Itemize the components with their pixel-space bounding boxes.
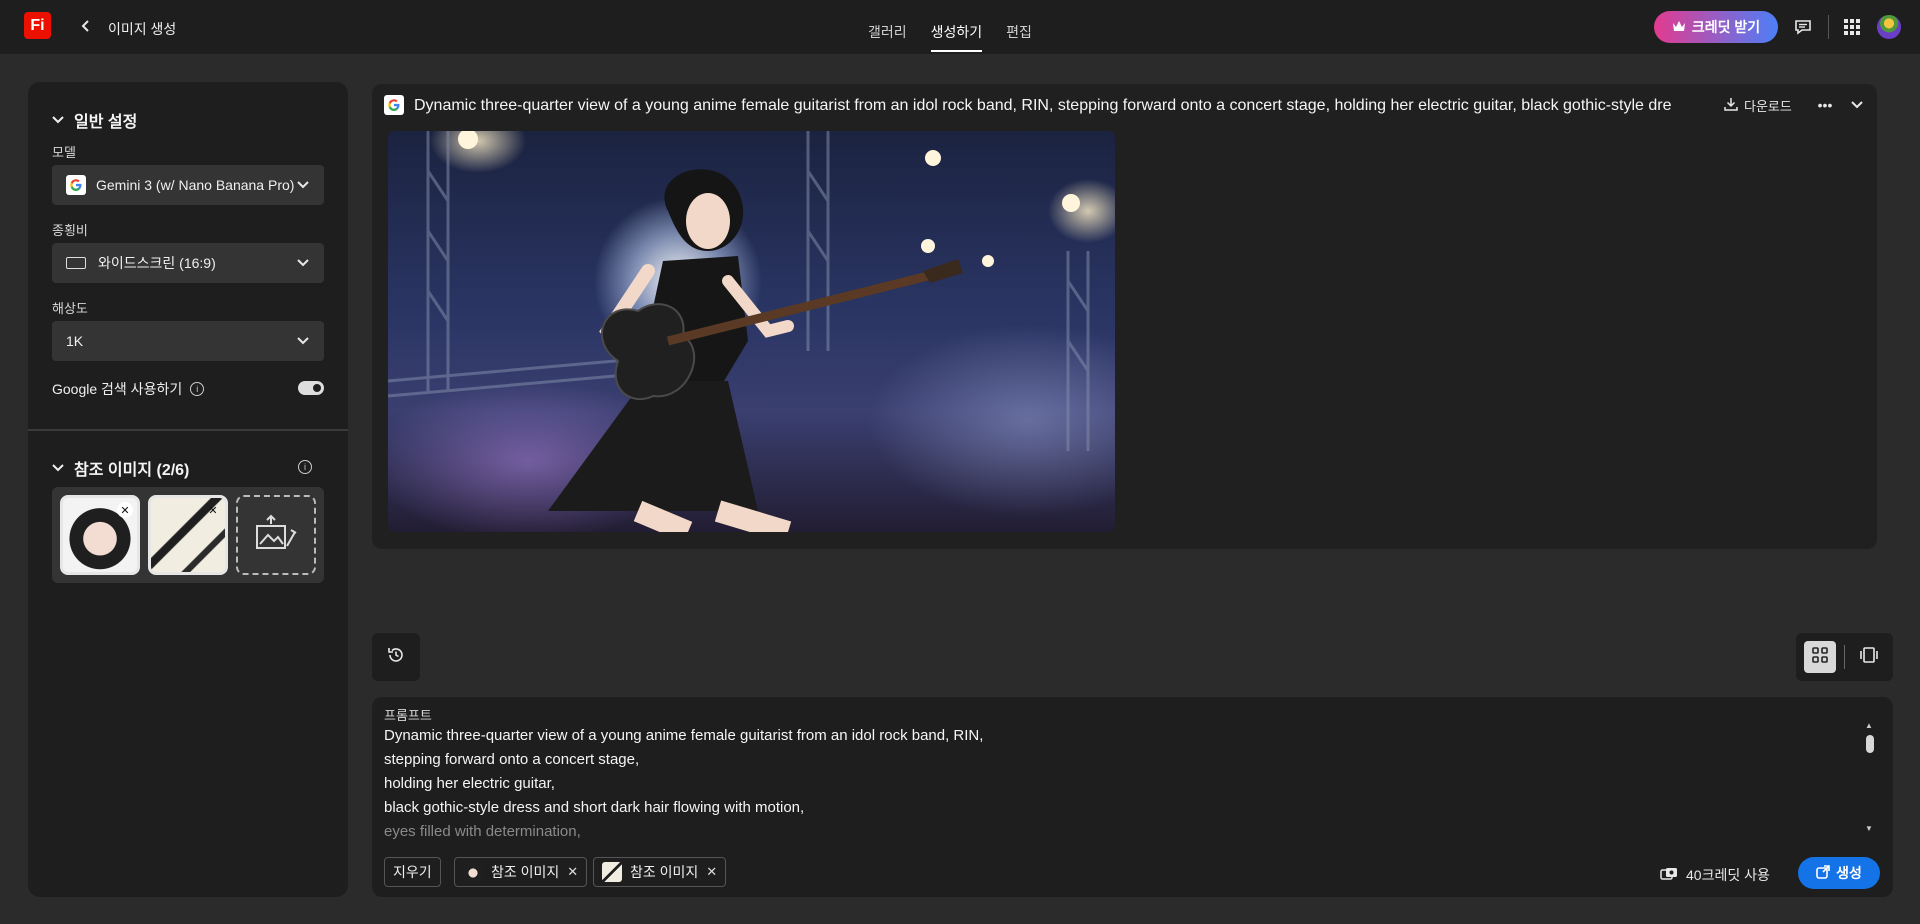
google-search-toggle[interactable] (298, 381, 324, 395)
reference-chip-label: 참조 이미지 (630, 864, 699, 880)
widescreen-icon (66, 257, 86, 269)
crown-icon (1672, 19, 1686, 35)
tab-gallery[interactable]: 갤러리 (868, 0, 907, 54)
single-view-button[interactable] (1853, 641, 1885, 673)
header-divider (1828, 15, 1829, 39)
aspect-ratio-select[interactable]: 와이드스크린 (16:9) (52, 243, 324, 283)
prompt-panel: 프롬프트 Dynamic three-quarter view of a you… (372, 697, 1893, 897)
reference-chip[interactable]: 참조 이미지 ✕ (593, 857, 727, 887)
credits-icon (1660, 867, 1678, 884)
reference-thumbnail (602, 862, 622, 882)
grid-view-button[interactable] (1804, 641, 1836, 673)
prompt-line: stepping forward onto a concert stage, (384, 751, 640, 768)
user-avatar[interactable] (1877, 15, 1901, 39)
generate-label: 생성 (1836, 865, 1862, 881)
generate-icon (1816, 864, 1830, 882)
resolution-select[interactable]: 1K (52, 321, 324, 361)
history-button[interactable] (372, 633, 420, 681)
more-options-icon[interactable]: ••• (1816, 96, 1834, 114)
generate-button[interactable]: 생성 (1798, 857, 1880, 889)
download-icon (1724, 97, 1738, 114)
google-search-label: Google 검색 사용하기 (52, 381, 183, 397)
resolution-value: 1K (66, 333, 84, 349)
page-title: 이미지 생성 (108, 21, 177, 37)
chevron-down-icon (296, 178, 310, 192)
get-credits-button[interactable]: 크레딧 받기 (1654, 11, 1778, 43)
prompt-input[interactable]: Dynamic three-quarter view of a young an… (384, 724, 1864, 844)
reference-thumbnail (463, 862, 483, 882)
model-value: Gemini 3 (w/ Nano Banana Pro) (96, 177, 295, 193)
result-card: Dynamic three-quarter view of a young an… (372, 84, 1877, 549)
chevron-down-icon[interactable] (1848, 96, 1866, 114)
reference-images-list: ✕ ✕ (52, 487, 324, 583)
history-icon (387, 646, 405, 669)
generated-image[interactable] (388, 131, 1115, 532)
scroll-thumb[interactable] (1866, 735, 1874, 753)
prompt-line: eyes filled with determination, (384, 823, 581, 840)
apps-grid-icon[interactable] (1842, 17, 1862, 37)
remove-icon[interactable]: ✕ (117, 502, 133, 518)
result-prompt-title: Dynamic three-quarter view of a young an… (414, 97, 1672, 114)
model-label: 모델 (52, 145, 76, 160)
google-icon (66, 175, 86, 195)
section-divider (28, 429, 348, 431)
clear-label: 지우기 (393, 864, 432, 880)
credits-usage: 40크레딧 사용 (1660, 865, 1770, 885)
close-icon[interactable]: ✕ (567, 864, 578, 880)
chevron-down-icon (52, 111, 64, 129)
view-mode-toggle (1796, 633, 1893, 681)
app-logo[interactable]: Fi (24, 12, 51, 39)
main-nav: 갤러리 생성하기 편집 (868, 0, 1032, 54)
model-select[interactable]: Gemini 3 (w/ Nano Banana Pro) (52, 165, 324, 205)
clear-button[interactable]: 지우기 (384, 857, 441, 887)
chevron-down-icon (296, 334, 310, 348)
download-label: 다운로드 (1744, 99, 1792, 114)
image-upload-icon (255, 514, 297, 557)
google-search-row: Google 검색 사용하기 i (52, 379, 328, 399)
resolution-label: 해상도 (52, 301, 88, 316)
view-divider (1844, 645, 1845, 669)
settings-panel: 일반 설정 모델 Gemini 3 (w/ Nano Banana Pro) 종… (28, 82, 348, 897)
prompt-line: Dynamic three-quarter view of a young an… (384, 727, 984, 744)
credits-text: 40크레딧 사용 (1686, 867, 1770, 883)
grid-icon (1812, 646, 1828, 668)
get-credits-label: 크레딧 받기 (1691, 19, 1761, 35)
prompt-line: black gothic-style dress and short dark … (384, 799, 805, 816)
info-icon[interactable]: i (298, 460, 312, 474)
aspect-ratio-label: 종횡비 (52, 223, 88, 238)
scroll-up-icon[interactable]: ▲ (1865, 721, 1873, 730)
chevron-down-icon (52, 459, 64, 477)
chevron-down-icon (296, 256, 310, 270)
info-icon[interactable]: i (190, 382, 205, 396)
reference-images-header[interactable]: 참조 이미지 (2/6) (52, 456, 189, 480)
tab-generate[interactable]: 생성하기 (930, 0, 982, 54)
reference-chip-label: 참조 이미지 (491, 864, 560, 880)
prompt-line: holding her electric guitar, (384, 775, 555, 792)
reference-chip[interactable]: 참조 이미지 ✕ (454, 857, 588, 887)
reference-thumbnail[interactable]: ✕ (60, 495, 140, 575)
add-reference-button[interactable] (236, 495, 316, 575)
scroll-down-icon[interactable]: ▼ (1865, 824, 1873, 833)
close-icon[interactable]: ✕ (706, 864, 717, 880)
reference-thumbnail[interactable]: ✕ (148, 495, 228, 575)
top-bar: Fi 이미지 생성 갤러리 생성하기 편집 크레딧 받기 (0, 0, 1920, 54)
google-icon (384, 95, 404, 115)
feedback-icon[interactable] (1793, 17, 1813, 37)
download-button[interactable]: 다운로드 (1724, 96, 1792, 115)
back-button[interactable] (76, 16, 96, 36)
prompt-scrollbar[interactable]: ▲ ▼ (1864, 721, 1876, 833)
tab-edit[interactable]: 편집 (1006, 0, 1032, 54)
reference-images-title: 참조 이미지 (2/6) (74, 462, 190, 479)
prompt-label: 프롬프트 (384, 708, 432, 723)
general-settings-header[interactable]: 일반 설정 (52, 108, 137, 132)
remove-icon[interactable]: ✕ (205, 502, 221, 518)
aspect-ratio-value: 와이드스크린 (16:9) (98, 255, 216, 271)
general-settings-title: 일반 설정 (74, 114, 138, 131)
carousel-icon (1860, 646, 1878, 668)
